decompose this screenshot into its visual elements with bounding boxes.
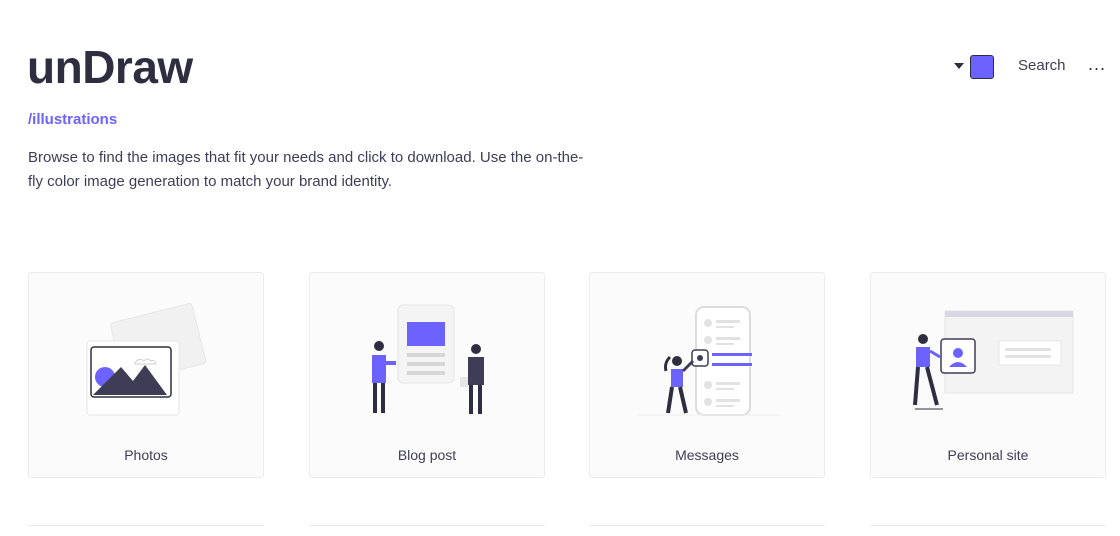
card-blog-post[interactable]: Blog post — [309, 272, 545, 478]
search-button[interactable]: Search — [1018, 57, 1066, 74]
card-next-row — [28, 525, 264, 536]
card-photos[interactable]: Photos — [28, 272, 264, 478]
logo[interactable]: unDraw — [27, 40, 193, 94]
card-next-row — [309, 525, 545, 536]
card-label: Blog post — [397, 447, 457, 463]
card-next-row — [870, 525, 1106, 536]
card-label: Personal site — [947, 447, 1029, 463]
breadcrumb[interactable]: /illustrations — [28, 111, 117, 128]
card-messages[interactable]: Messages — [589, 272, 825, 478]
card-personal-site[interactable]: Personal site — [870, 272, 1106, 478]
intro-text: Browse to find the images that fit your … — [28, 149, 584, 190]
card-label: Photos — [124, 447, 168, 463]
color-picker-swatch[interactable] — [970, 55, 994, 79]
card-label: Messages — [675, 447, 739, 463]
more-icon[interactable]: ... — [1088, 54, 1106, 75]
chevron-down-icon[interactable] — [954, 63, 964, 69]
card-next-row — [589, 525, 825, 536]
